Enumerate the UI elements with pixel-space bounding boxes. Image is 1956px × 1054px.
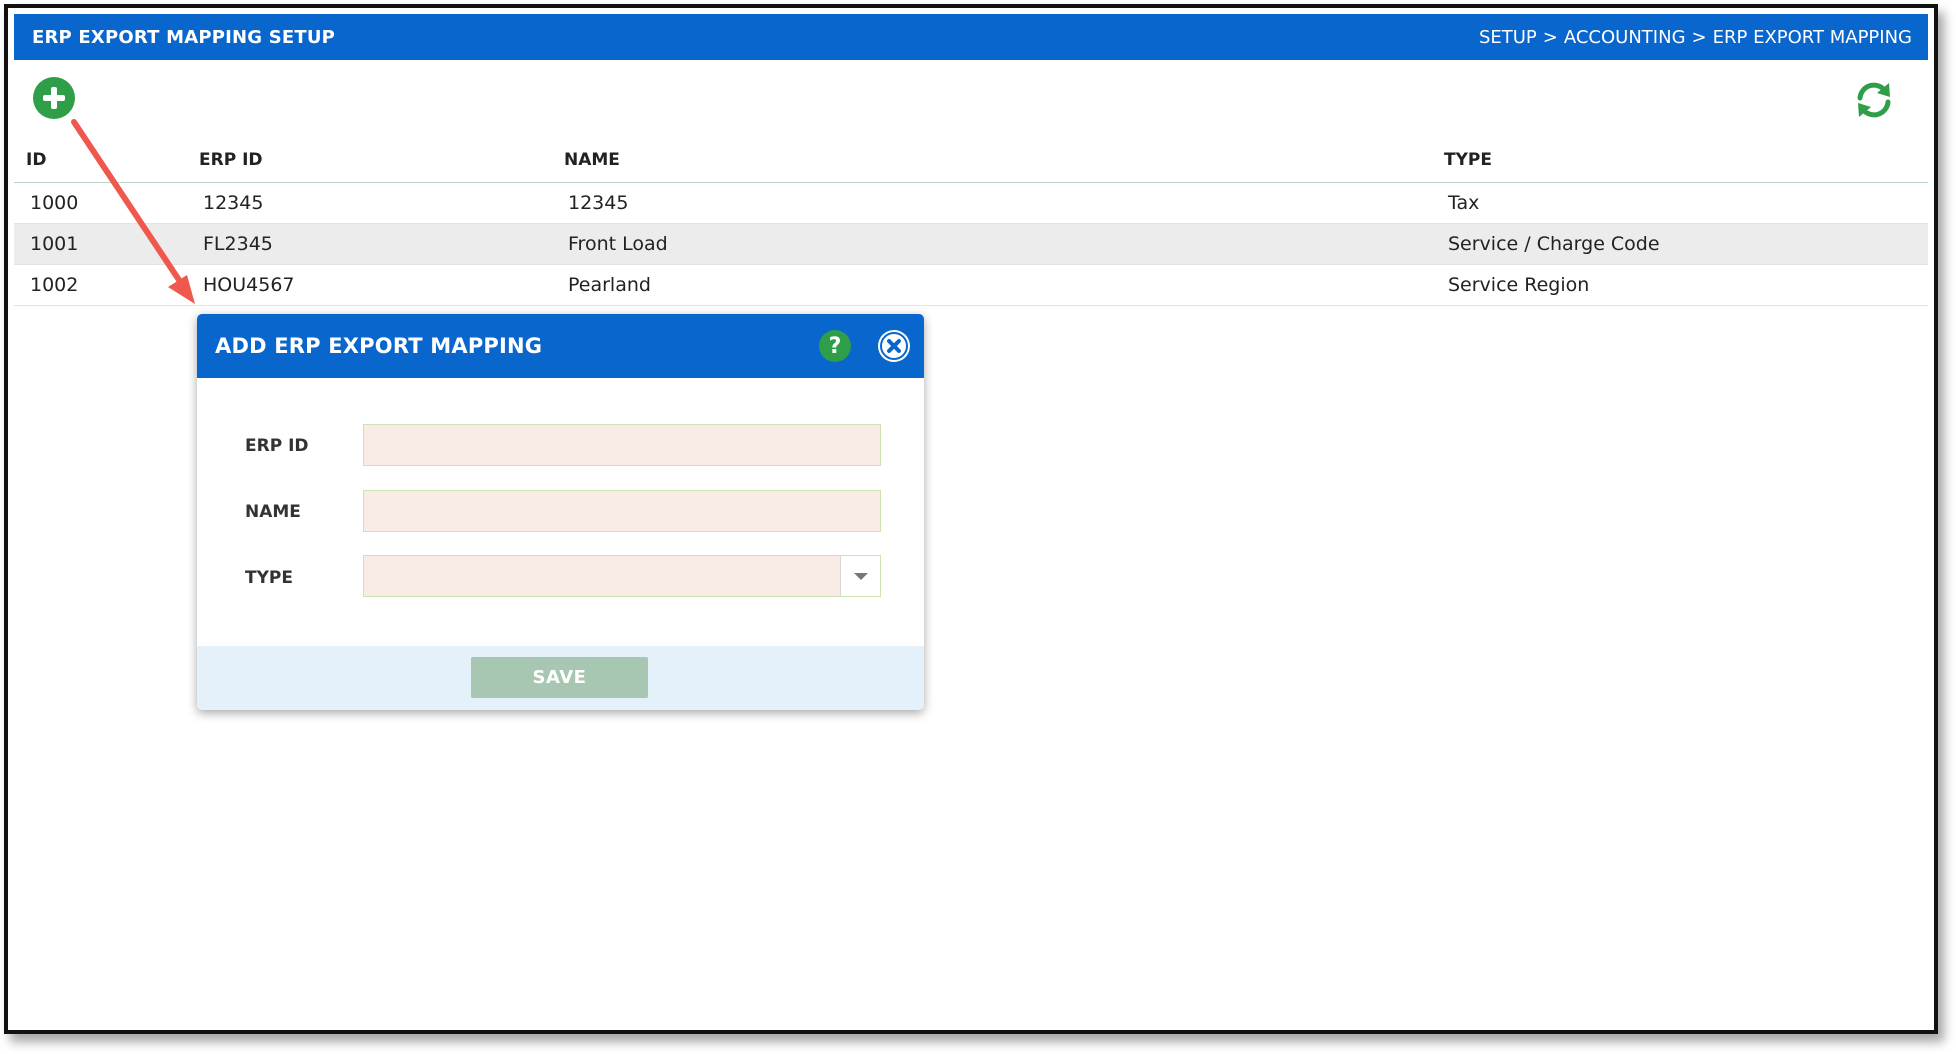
breadcrumb-separator: > xyxy=(1691,26,1707,48)
cell-type: Service / Charge Code xyxy=(1448,233,1660,255)
page-header: ERP EXPORT MAPPING SETUP SETUP > ACCOUNT… xyxy=(14,14,1928,60)
cell-name: Pearland xyxy=(568,274,651,296)
cell-id: 1002 xyxy=(30,274,79,296)
breadcrumb-separator: > xyxy=(1542,26,1558,48)
cell-erp-id: HOU4567 xyxy=(203,274,295,296)
cell-name: 12345 xyxy=(568,192,629,214)
dialog-header: ADD ERP EXPORT MAPPING ? xyxy=(197,314,924,378)
cell-name: Front Load xyxy=(568,233,668,255)
column-header-type[interactable]: TYPE xyxy=(1444,150,1928,170)
type-select[interactable] xyxy=(363,555,841,597)
cell-type: Service Region xyxy=(1448,274,1590,296)
page-title: ERP EXPORT MAPPING SETUP xyxy=(32,26,336,48)
breadcrumb-current: ERP EXPORT MAPPING xyxy=(1712,26,1912,48)
cell-erp-id: FL2345 xyxy=(203,233,273,255)
cell-erp-id: 12345 xyxy=(203,192,264,214)
column-header-name[interactable]: NAME xyxy=(564,150,1444,170)
dialog-footer: SAVE xyxy=(197,646,924,710)
add-button[interactable] xyxy=(33,77,75,119)
cell-type: Tax xyxy=(1448,192,1480,214)
type-label: TYPE xyxy=(245,568,293,588)
column-header-erp-id[interactable]: ERP ID xyxy=(199,150,564,170)
cell-id: 1001 xyxy=(30,233,79,255)
erp-id-label: ERP ID xyxy=(245,436,309,456)
help-icon: ? xyxy=(828,333,842,359)
breadcrumb: SETUP > ACCOUNTING > ERP EXPORT MAPPING xyxy=(1479,27,1912,48)
dialog-title: ADD ERP EXPORT MAPPING xyxy=(215,334,543,358)
refresh-icon xyxy=(1857,82,1891,118)
mapping-table: ID ERP ID NAME TYPE 1000 12345 12345 Tax… xyxy=(14,138,1928,306)
table-header: ID ERP ID NAME TYPE xyxy=(14,138,1928,183)
name-label: NAME xyxy=(245,502,301,522)
breadcrumb-setup[interactable]: SETUP xyxy=(1479,27,1537,48)
type-dropdown-toggle[interactable] xyxy=(840,555,881,597)
close-button[interactable] xyxy=(878,330,910,362)
cell-id: 1000 xyxy=(30,192,79,214)
breadcrumb-accounting[interactable]: ACCOUNTING xyxy=(1564,27,1686,48)
refresh-button[interactable] xyxy=(1852,78,1896,122)
table-row[interactable]: 1002 HOU4567 Pearland Service Region xyxy=(14,265,1928,306)
table-row[interactable]: 1001 FL2345 Front Load Service / Charge … xyxy=(14,224,1928,265)
save-button[interactable]: SAVE xyxy=(471,657,648,698)
erp-id-input[interactable] xyxy=(363,424,881,466)
name-input[interactable] xyxy=(363,490,881,532)
add-mapping-dialog: ADD ERP EXPORT MAPPING ? ERP ID NAME TYP… xyxy=(197,314,924,710)
table-row[interactable]: 1000 12345 12345 Tax xyxy=(14,183,1928,224)
help-button[interactable]: ? xyxy=(819,330,851,362)
close-icon xyxy=(880,332,908,360)
column-header-id[interactable]: ID xyxy=(14,150,199,170)
